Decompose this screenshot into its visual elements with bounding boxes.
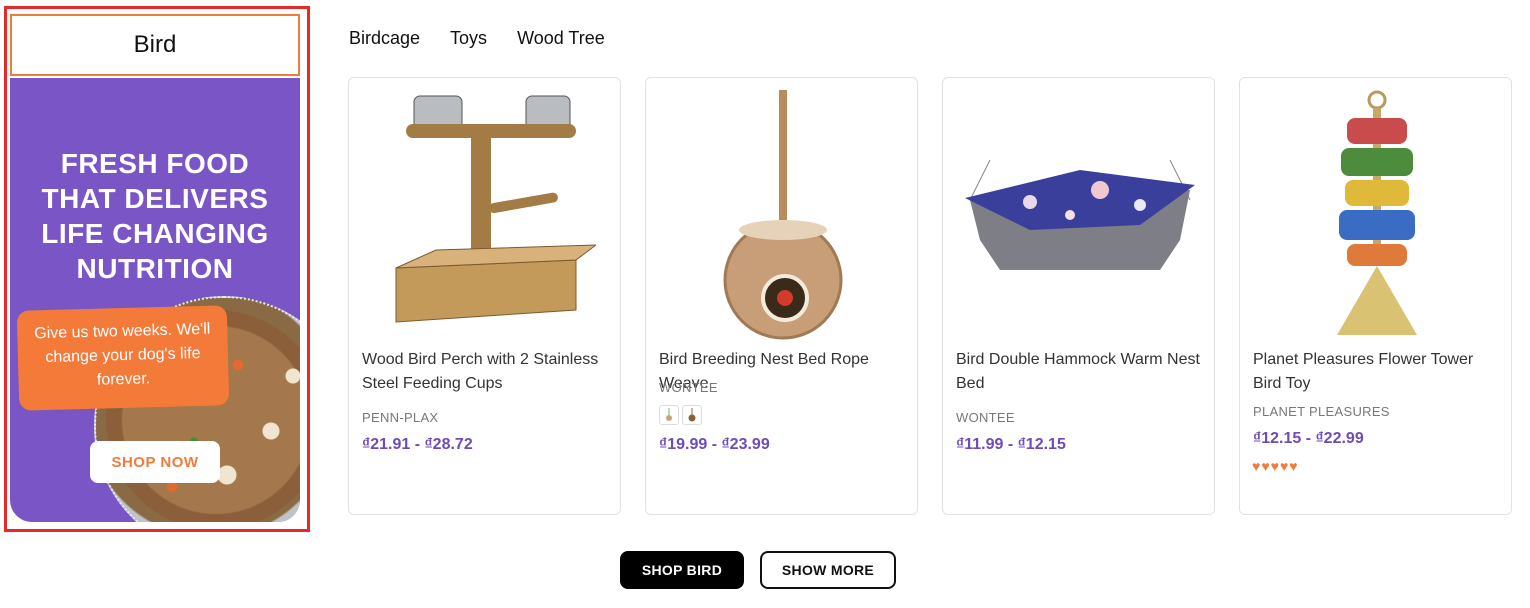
product-image-perch[interactable] (363, 90, 608, 340)
promo-banner[interactable]: FRESH FOOD THAT DELIVERS LIFE CHANGING N… (10, 78, 300, 522)
product-price: ₫11.99 - ₫12.15 (956, 436, 1066, 453)
product-image-nest[interactable] (660, 90, 905, 340)
product-price: ₫21.91 - ₫28.72 (362, 436, 473, 453)
tab-birdcage[interactable]: Birdcage (349, 28, 420, 49)
banner-callout: Give us two weeks. We'll change your dog… (16, 305, 230, 411)
product-image-hammock[interactable] (957, 90, 1202, 340)
product-brand: PENN-PLAX (362, 410, 439, 425)
tab-toys[interactable]: Toys (450, 28, 487, 49)
product-grid: Wood Bird Perch with 2 Stainless Steel F… (348, 77, 1512, 515)
show-more-button[interactable]: SHOW MORE (760, 551, 896, 589)
product-image-flower-tower[interactable] (1254, 90, 1499, 340)
banner-headline: FRESH FOOD THAT DELIVERS LIFE CHANGING N… (41, 148, 269, 284)
product-card[interactable]: Wood Bird Perch with 2 Stainless Steel F… (348, 77, 621, 515)
product-name[interactable]: Wood Bird Perch with 2 Stainless Steel F… (362, 348, 612, 396)
variant-swatches (659, 405, 702, 425)
product-price: ₫19.99 - ₫23.99 (659, 436, 770, 453)
product-brand: PLANET PLEASURES (1253, 404, 1390, 419)
variant-swatch[interactable] (659, 405, 679, 425)
product-name[interactable]: Bird Double Hammock Warm Nest Bed (956, 348, 1206, 396)
shop-bird-button[interactable]: SHOP BIRD (620, 551, 744, 589)
product-brand: WONTEE (659, 380, 718, 395)
tab-wood-tree[interactable]: Wood Tree (517, 28, 605, 49)
product-card[interactable]: Bird Double Hammock Warm Nest Bed WONTEE… (942, 77, 1215, 515)
category-title: Bird (10, 14, 300, 76)
rating-hearts-icon: ♥♥♥♥♥ (1252, 458, 1299, 474)
product-brand: WONTEE (956, 410, 1015, 425)
variant-swatch[interactable] (682, 405, 702, 425)
category-tabs: Birdcage Toys Wood Tree (349, 28, 605, 49)
product-price: ₫12.15 - ₫22.99 (1253, 430, 1364, 447)
product-name[interactable]: Planet Pleasures Flower Tower Bird Toy (1253, 348, 1503, 396)
shop-now-button[interactable]: SHOP NOW (90, 441, 220, 483)
product-card[interactable]: Bird Breeding Nest Bed Rope Weave WONTEE… (645, 77, 918, 515)
page: Bird FRESH FOOD THAT DELIVERS LIFE CHANG… (0, 0, 1530, 608)
product-card[interactable]: Planet Pleasures Flower Tower Bird Toy P… (1239, 77, 1512, 515)
